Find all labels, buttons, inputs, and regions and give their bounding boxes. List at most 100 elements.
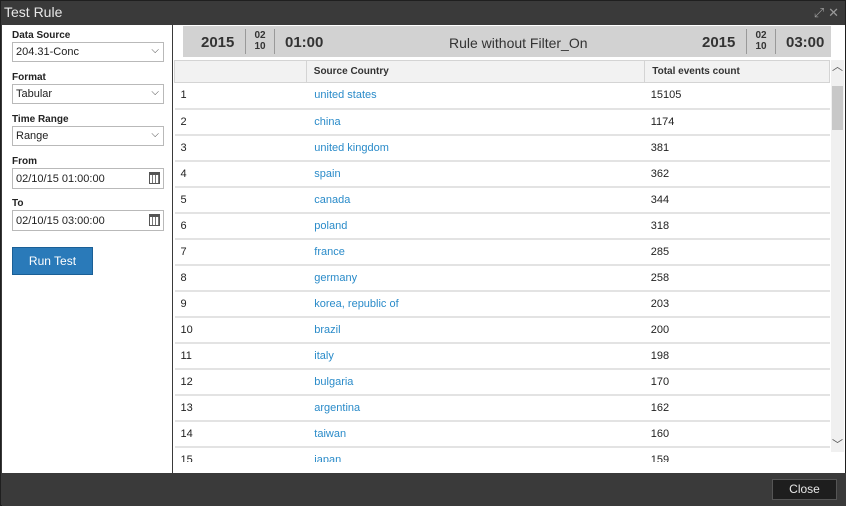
- row-index: 3: [174, 134, 307, 162]
- event-count: 318: [644, 212, 830, 240]
- row-index: 1: [174, 82, 307, 110]
- row-index: 4: [174, 160, 307, 188]
- row-index: 5: [174, 186, 307, 214]
- scroll-thumb[interactable]: [832, 86, 843, 130]
- table-header-row: Source Country Total events count: [174, 60, 830, 83]
- from-date-value: 02/10/15 01:00:00: [16, 173, 105, 185]
- event-count: 381: [644, 134, 830, 162]
- data-source-value: 204.31-Conc: [16, 46, 79, 58]
- chevron-down-icon: ⌵: [151, 129, 159, 140]
- row-index: 8: [174, 264, 307, 292]
- end-month: 02: [755, 30, 767, 41]
- event-count: 203: [644, 290, 830, 318]
- source-country-link[interactable]: canada: [306, 186, 645, 214]
- results-table: Source Country Total events count 1 unite…: [174, 60, 830, 462]
- vertical-scrollbar[interactable]: ︿ ﹀: [831, 60, 844, 452]
- table-body: 1 united states 15105 2 china 1174 3 united kin…: [174, 82, 830, 462]
- end-date: 02 10: [746, 29, 776, 54]
- source-country-link[interactable]: taiwan: [306, 420, 645, 448]
- source-country-link[interactable]: spain: [306, 160, 645, 188]
- title-bar: Test Rule ⤢ ✕: [1, 1, 845, 25]
- event-count: 1174: [644, 108, 830, 136]
- row-index: 7: [174, 238, 307, 266]
- time-range-select[interactable]: Range ⌵: [12, 126, 164, 146]
- table-row: 15 japan 159: [174, 446, 830, 462]
- chevron-down-icon: ⌵: [151, 45, 159, 56]
- event-count: 160: [644, 420, 830, 448]
- format-value: Tabular: [16, 88, 53, 100]
- column-header-total-events[interactable]: Total events count: [644, 60, 830, 83]
- close-button[interactable]: Close: [772, 479, 837, 500]
- row-index: 11: [174, 342, 307, 370]
- source-country-link[interactable]: argentina: [306, 394, 645, 422]
- table-row: 12 bulgaria 170: [174, 368, 830, 396]
- source-country-link[interactable]: france: [306, 238, 645, 266]
- source-country-link[interactable]: japan: [306, 446, 645, 462]
- source-country-link[interactable]: poland: [306, 212, 645, 240]
- table-row: 11 italy 198: [174, 342, 830, 370]
- to-date-input[interactable]: 02/10/15 03:00:00: [12, 210, 164, 231]
- table-row: 5 canada 344: [174, 186, 830, 214]
- to-label: To: [12, 198, 24, 209]
- column-header-source-country[interactable]: Source Country: [305, 60, 646, 83]
- scroll-up-icon[interactable]: ︿: [831, 60, 844, 74]
- table-row: 10 brazil 200: [174, 316, 830, 344]
- results-table-container: Source Country Total events count 1 unite…: [174, 60, 830, 462]
- start-day: 10: [254, 41, 266, 52]
- from-label: From: [12, 156, 37, 167]
- rule-name: Rule without Filter_On: [449, 35, 588, 51]
- table-row: 3 united kingdom 381: [174, 134, 830, 162]
- source-country-link[interactable]: korea, republic of: [306, 290, 645, 318]
- source-country-link[interactable]: united states: [306, 82, 645, 110]
- row-index: 9: [174, 290, 307, 318]
- table-row: 6 poland 318: [174, 212, 830, 240]
- source-country-link[interactable]: germany: [306, 264, 645, 292]
- row-index: 15: [174, 446, 307, 462]
- close-icon[interactable]: ✕: [828, 5, 839, 21]
- start-year: 2015: [201, 34, 235, 51]
- start-date: 02 10: [245, 29, 275, 54]
- column-header-index[interactable]: [174, 60, 307, 83]
- chevron-down-icon: ⌵: [151, 87, 159, 98]
- event-count: 285: [644, 238, 830, 266]
- time-range-value: Range: [16, 130, 49, 142]
- row-index: 13: [174, 394, 307, 422]
- data-source-select[interactable]: 204.31-Conc ⌵: [12, 42, 164, 62]
- row-index: 12: [174, 368, 307, 396]
- scroll-down-icon[interactable]: ﹀: [831, 438, 844, 452]
- row-index: 14: [174, 420, 307, 448]
- source-country-link[interactable]: italy: [306, 342, 645, 370]
- event-count: 200: [644, 316, 830, 344]
- source-country-link[interactable]: china: [306, 108, 645, 136]
- table-row: 13 argentina 162: [174, 394, 830, 422]
- source-country-link[interactable]: brazil: [306, 316, 645, 344]
- expand-icon[interactable]: ⤢: [814, 5, 824, 21]
- calendar-icon[interactable]: [149, 214, 160, 226]
- start-month: 02: [254, 30, 266, 41]
- row-index: 10: [174, 316, 307, 344]
- from-date-input[interactable]: 02/10/15 01:00:00: [12, 168, 164, 189]
- event-count: 162: [644, 394, 830, 422]
- run-test-button[interactable]: Run Test: [12, 247, 93, 275]
- source-country-link[interactable]: bulgaria: [306, 368, 645, 396]
- event-count: 258: [644, 264, 830, 292]
- calendar-icon[interactable]: [149, 172, 160, 184]
- table-row: 7 france 285: [174, 238, 830, 266]
- table-row: 4 spain 362: [174, 160, 830, 188]
- settings-panel: Data Source 204.31-Conc ⌵ Format Tabular…: [2, 25, 172, 473]
- event-count: 362: [644, 160, 830, 188]
- to-date-value: 02/10/15 03:00:00: [16, 215, 105, 227]
- dialog-footer: Close: [2, 473, 846, 506]
- dialog-title: Test Rule: [4, 4, 63, 20]
- source-country-link[interactable]: united kingdom: [306, 134, 645, 162]
- event-count: 344: [644, 186, 830, 214]
- table-row: 8 germany 258: [174, 264, 830, 292]
- window-controls: ⤢ ✕: [814, 5, 839, 21]
- event-count: 198: [644, 342, 830, 370]
- format-select[interactable]: Tabular ⌵: [12, 84, 164, 104]
- table-row: 1 united states 15105: [174, 82, 830, 110]
- format-label: Format: [12, 72, 46, 83]
- row-index: 6: [174, 212, 307, 240]
- event-count: 159: [644, 446, 830, 462]
- results-panel: 2015 02 10 01:00 Rule without Filter_On …: [173, 25, 845, 473]
